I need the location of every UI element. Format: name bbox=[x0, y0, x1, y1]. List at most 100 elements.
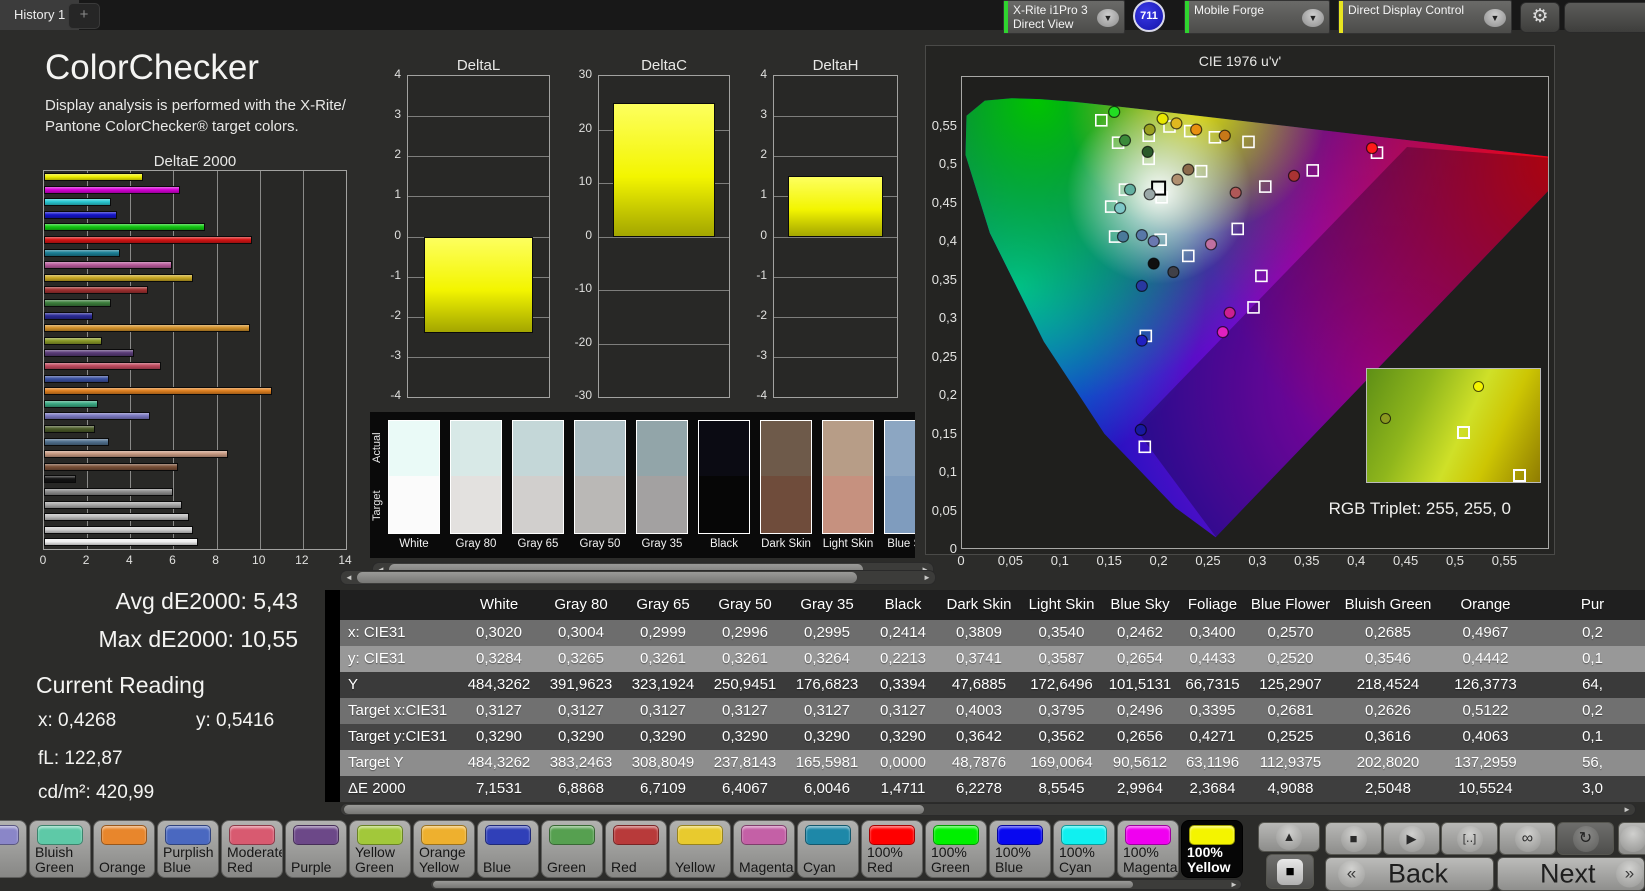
patch-button-green[interactable]: Green bbox=[541, 820, 603, 878]
swatch-target-gray-65[interactable] bbox=[512, 476, 564, 534]
back-button[interactable]: « Back bbox=[1325, 857, 1494, 891]
table-cell: 0,2685 bbox=[1333, 620, 1443, 646]
next-button[interactable]: Next » bbox=[1497, 857, 1645, 891]
display-control-selector[interactable]: Direct Display Control ▼ bbox=[1338, 0, 1512, 34]
gridline bbox=[599, 290, 729, 291]
column-header: Foliage bbox=[1177, 590, 1248, 620]
settings-partial-button[interactable] bbox=[1564, 2, 1645, 33]
swatch-actual-white[interactable] bbox=[388, 420, 440, 476]
patch-color-chip bbox=[805, 825, 851, 845]
table-bottom-scrollbar[interactable]: ► bbox=[340, 803, 1636, 816]
swatch-actual-blue-sky[interactable] bbox=[884, 420, 915, 476]
swatch-actual-light-skin[interactable] bbox=[822, 420, 874, 476]
chevron-down-icon[interactable]: ▼ bbox=[1302, 9, 1324, 27]
de2000-bar-bluish-green bbox=[44, 399, 98, 408]
table-cell: 0,2681 bbox=[1248, 698, 1333, 724]
scroll-left-icon[interactable]: ◄ bbox=[342, 571, 356, 584]
patch-button-100-yellow[interactable]: 100% Yellow bbox=[1181, 820, 1243, 878]
y-tick-label: -1 bbox=[390, 267, 401, 282]
table-cell: 0,3290 bbox=[786, 724, 868, 750]
patch-button-purple[interactable]: Purple bbox=[285, 820, 347, 878]
swatch-target-blue-sky[interactable] bbox=[884, 476, 915, 534]
swatch-target-dark-skin[interactable] bbox=[760, 476, 812, 534]
patch-button-er[interactable]: er bbox=[0, 820, 27, 878]
table-cell: 8,5545 bbox=[1020, 776, 1103, 802]
transport-button-partial[interactable] bbox=[1618, 822, 1645, 855]
table-cell: 0,3394 bbox=[868, 672, 938, 698]
patch-button-red[interactable]: Red bbox=[605, 820, 667, 878]
swatch-label: White bbox=[399, 538, 429, 550]
swatch-target-gray-80[interactable] bbox=[450, 476, 502, 534]
cie-y-tick-label: 0,05 bbox=[931, 502, 957, 518]
continuous-button[interactable]: ∞ bbox=[1499, 822, 1556, 855]
patch-button-label: Moderate Red bbox=[227, 844, 283, 875]
swatch-actual-black[interactable] bbox=[698, 420, 750, 476]
meter-count-badge[interactable]: 711 bbox=[1133, 0, 1165, 32]
scroll-right-icon[interactable]: ► bbox=[1227, 880, 1241, 889]
cie-x-tick-label: 0,35 bbox=[1294, 553, 1320, 568]
scroll-right-icon[interactable]: ► bbox=[1620, 804, 1634, 815]
scroll-right-icon[interactable]: ► bbox=[920, 571, 934, 584]
patch-button-magenta[interactable]: Magenta bbox=[733, 820, 795, 878]
table-cell: 202,8020 bbox=[1333, 750, 1443, 776]
patch-button-yellow[interactable]: Yellow bbox=[669, 820, 731, 878]
patch-button-purplish-blue[interactable]: Purplish Blue bbox=[157, 820, 219, 878]
loop-icon: [‥] bbox=[1456, 825, 1483, 852]
cie-y-tick-label: 0,4 bbox=[938, 233, 957, 248]
table-cell: 0,3127 bbox=[704, 698, 786, 724]
loop-button[interactable]: [‥] bbox=[1441, 822, 1498, 855]
table-top-scrollbar[interactable]: ◄ ► bbox=[340, 570, 936, 585]
add-tab-button[interactable]: + bbox=[68, 3, 100, 29]
patch-button-bluish-green[interactable]: Bluish Green bbox=[29, 820, 91, 878]
patch-button-100-cyan[interactable]: 100% Cyan bbox=[1053, 820, 1115, 878]
swatch-actual-gray-50[interactable] bbox=[574, 420, 626, 476]
swatch-target-gray-35[interactable] bbox=[636, 476, 688, 534]
patch-button-moderate-red[interactable]: Moderate Red bbox=[221, 820, 283, 878]
swatch-target-light-skin[interactable] bbox=[822, 476, 874, 534]
table-cell: 0,4442 bbox=[1443, 646, 1528, 672]
toolbar-scrollbar[interactable]: ► bbox=[430, 879, 1242, 890]
gear-icon[interactable]: ⚙ bbox=[1520, 2, 1560, 33]
measurement-marker bbox=[1156, 112, 1169, 125]
swatch-target-black[interactable] bbox=[698, 476, 750, 534]
refresh-button[interactable]: ↻ bbox=[1557, 822, 1614, 855]
patch-button-blue[interactable]: Blue bbox=[477, 820, 539, 878]
reading-y-value: y: 0,5416 bbox=[196, 710, 275, 731]
patch-button-100-green[interactable]: 100% Green bbox=[925, 820, 987, 878]
swatch-actual-gray-35[interactable] bbox=[636, 420, 688, 476]
stop-button[interactable]: ■ bbox=[1325, 822, 1382, 855]
patch-button-100-red[interactable]: 100% Red bbox=[861, 820, 923, 878]
meter-selector[interactable]: X-Rite i1Pro 3 Direct View ▼ bbox=[1003, 0, 1125, 34]
patch-button-orange[interactable]: Orange bbox=[93, 820, 155, 878]
patch-button-100-magenta[interactable]: 100% Magenta bbox=[1117, 820, 1179, 878]
swatch-actual-dark-skin[interactable] bbox=[760, 420, 812, 476]
de2000-bar-gray-80 bbox=[44, 525, 193, 534]
table-cell: 1,4711 bbox=[868, 776, 938, 802]
play-button[interactable]: ▶ bbox=[1383, 822, 1440, 855]
toolbar-scrollbar-thumb[interactable] bbox=[433, 881, 1133, 888]
patch-window-button[interactable]: ■ bbox=[1266, 854, 1314, 889]
row-gutter bbox=[325, 750, 340, 776]
de2000-bar-purplish-blue bbox=[44, 374, 110, 383]
source-name: Mobile Forge bbox=[1194, 3, 1265, 17]
patch-button-100-blue[interactable]: 100% Blue bbox=[989, 820, 1051, 878]
collapse-up-button[interactable]: ▲ bbox=[1258, 822, 1320, 852]
swatch-actual-gray-80[interactable] bbox=[450, 420, 502, 476]
table-cell: 250,9451 bbox=[704, 672, 786, 698]
patch-button-cyan[interactable]: Cyan bbox=[797, 820, 859, 878]
source-selector[interactable]: Mobile Forge ▼ bbox=[1184, 0, 1330, 34]
deltah-bar-chart bbox=[773, 75, 898, 398]
table-top-scrollbar-thumb[interactable] bbox=[357, 572, 857, 583]
cie-y-tick-label: 0,55 bbox=[931, 117, 957, 133]
swatch-target-gray-50[interactable] bbox=[574, 476, 626, 534]
patch-button-yellow-green[interactable]: Yellow Green bbox=[349, 820, 411, 878]
patch-button-orange-yellow[interactable]: Orange Yellow bbox=[413, 820, 475, 878]
square-icon: ■ bbox=[1277, 858, 1303, 885]
column-header: Gray 65 bbox=[622, 590, 704, 620]
table-cell: 237,8143 bbox=[704, 750, 786, 776]
chevron-down-icon[interactable]: ▼ bbox=[1484, 9, 1506, 27]
table-bottom-scrollbar-thumb[interactable] bbox=[344, 805, 924, 814]
swatch-actual-gray-65[interactable] bbox=[512, 420, 564, 476]
chevron-down-icon[interactable]: ▼ bbox=[1097, 9, 1119, 27]
swatch-target-white[interactable] bbox=[388, 476, 440, 534]
